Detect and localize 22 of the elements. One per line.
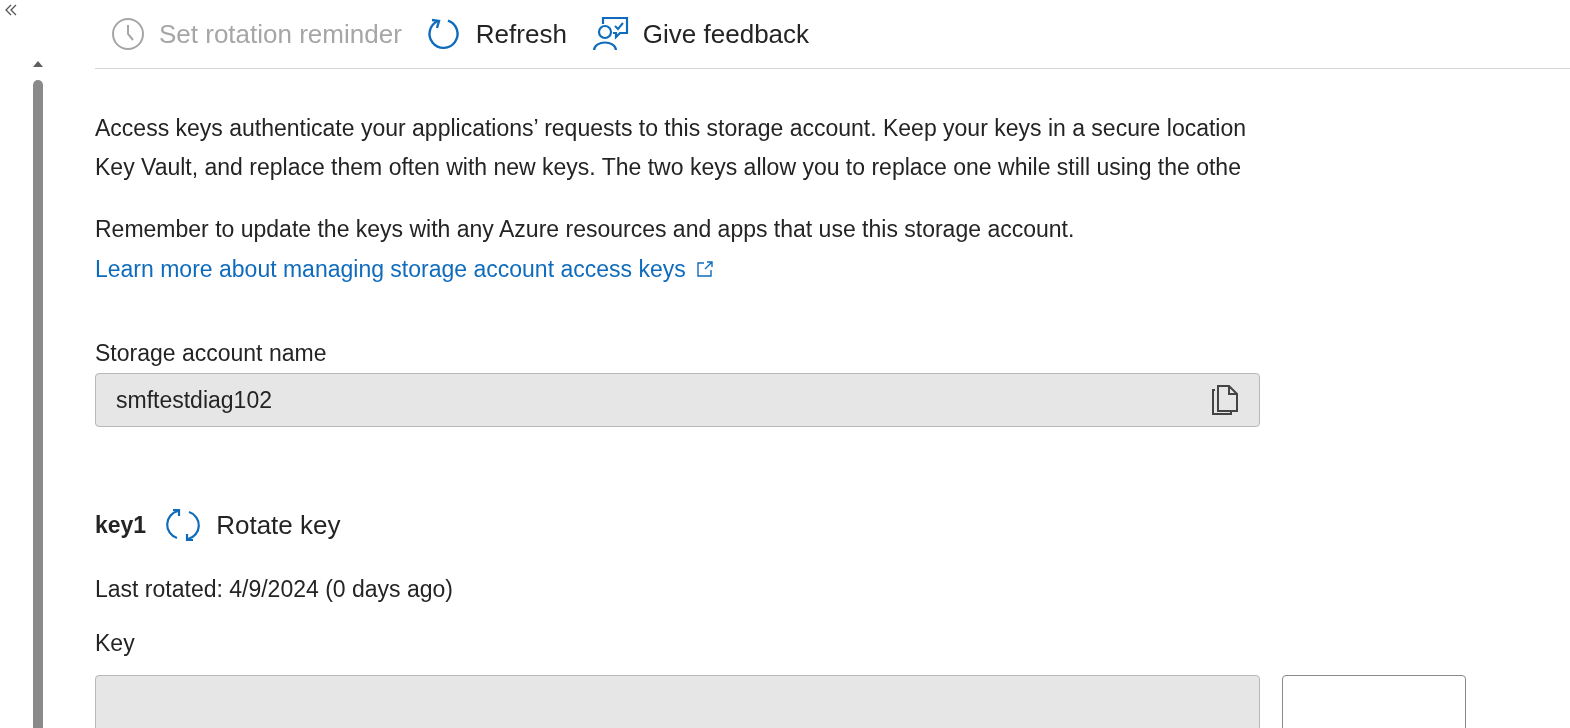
key-field[interactable] — [95, 675, 1260, 728]
description-text: Access keys authenticate your applications’ requests to this storage account. Keep your keys in a secure location Key Vault, and replace them often with new keys. The two keys allow you to replace one while still using the othe — [95, 114, 1248, 182]
collapse-icon[interactable] — [4, 4, 18, 16]
hide-button[interactable] — [1282, 675, 1466, 728]
storage-account-field[interactable]: smftestdiag102 — [95, 373, 1260, 427]
feedback-button[interactable]: Give feedback — [590, 16, 810, 52]
external-link-icon — [695, 260, 714, 278]
refresh-button[interactable]: Refresh — [425, 16, 567, 52]
key-title: key1 — [95, 511, 147, 539]
copy-icon[interactable] — [1211, 384, 1239, 416]
clock-icon — [111, 17, 145, 51]
field-label: Storage account name — [95, 339, 328, 368]
rotate-key-button[interactable]: Rotate key — [164, 506, 341, 544]
field-label: Key — [95, 629, 136, 658]
rotate-icon — [164, 506, 203, 544]
scrollbar-thumb[interactable] — [33, 80, 43, 728]
learn-more-link[interactable]: Learn more about managing storage account access keys — [95, 255, 686, 283]
scroll-up-icon[interactable] — [32, 60, 44, 68]
feedback-icon — [590, 16, 629, 52]
reminder-text: Remember to update the keys with any Azure resources and apps that use this storage account. — [95, 215, 1076, 244]
refresh-icon — [425, 16, 462, 52]
last-rotated-text: Last rotated: 4/9/2024 (0 days ago) — [95, 575, 455, 604]
